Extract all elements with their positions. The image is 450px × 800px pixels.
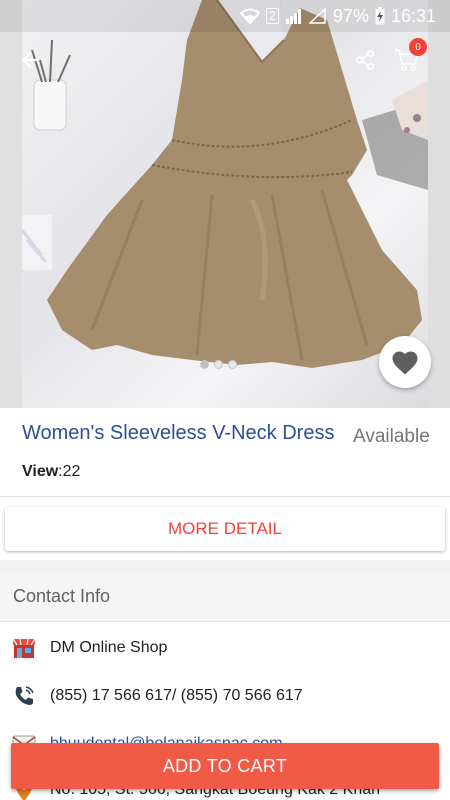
add-to-cart-button[interactable]: ADD TO CART	[11, 743, 439, 789]
view-count-row: View:22	[22, 463, 80, 481]
contact-shop-row[interactable]: DM Online Shop	[12, 636, 167, 660]
contact-info-title: Contact Info	[13, 586, 111, 606]
section-gap	[0, 560, 450, 572]
contact-info-header: Contact Info	[0, 572, 450, 622]
view-count: 22	[62, 463, 81, 480]
cart-button[interactable]: 0	[389, 38, 427, 78]
phone-icon	[12, 684, 36, 708]
store-icon	[12, 636, 36, 660]
wifi-icon	[239, 8, 260, 24]
view-label: View	[22, 463, 59, 480]
signal-icon	[285, 9, 301, 24]
image-edge-right	[428, 0, 450, 408]
signal-icon-secondary	[308, 8, 326, 24]
product-summary: Women's Sleeveless V-Neck Dress Availabl…	[0, 408, 450, 498]
product-detail-screen: 2 97% 16:31 0 Women's Sleeveless V-Neck …	[0, 0, 450, 800]
add-to-cart-label: ADD TO CART	[162, 755, 288, 776]
contact-phone-row[interactable]: (855) 17 566 617/ (855) 70 566 617	[12, 684, 303, 708]
availability-status: Available	[353, 426, 430, 447]
favorite-button[interactable]	[379, 336, 431, 388]
share-icon	[355, 50, 375, 70]
share-button[interactable]	[347, 42, 383, 78]
divider	[0, 496, 450, 497]
status-bar: 2 97% 16:31	[0, 0, 450, 32]
clock: 16:31	[390, 5, 436, 26]
cart-count-badge: 0	[409, 38, 427, 56]
heart-icon	[392, 351, 418, 375]
product-title: Women's Sleeveless V-Neck Dress	[22, 422, 335, 444]
shop-name: DM Online Shop	[50, 639, 168, 656]
sim-indicator: 2	[265, 8, 279, 24]
more-detail-button[interactable]: MORE DETAIL	[5, 507, 445, 551]
gallery-dot[interactable]	[214, 360, 223, 369]
gallery-page-indicator	[200, 360, 237, 369]
battery-percentage: 97%	[332, 5, 369, 26]
battery-charging-icon	[375, 7, 385, 25]
gallery-dot[interactable]	[200, 360, 209, 369]
back-button[interactable]	[12, 42, 48, 78]
gallery-dot[interactable]	[228, 360, 237, 369]
phone-number: (855) 17 566 617/ (855) 70 566 617	[50, 687, 303, 704]
more-detail-label: MORE DETAIL	[168, 519, 282, 538]
arrow-left-icon	[22, 52, 38, 68]
